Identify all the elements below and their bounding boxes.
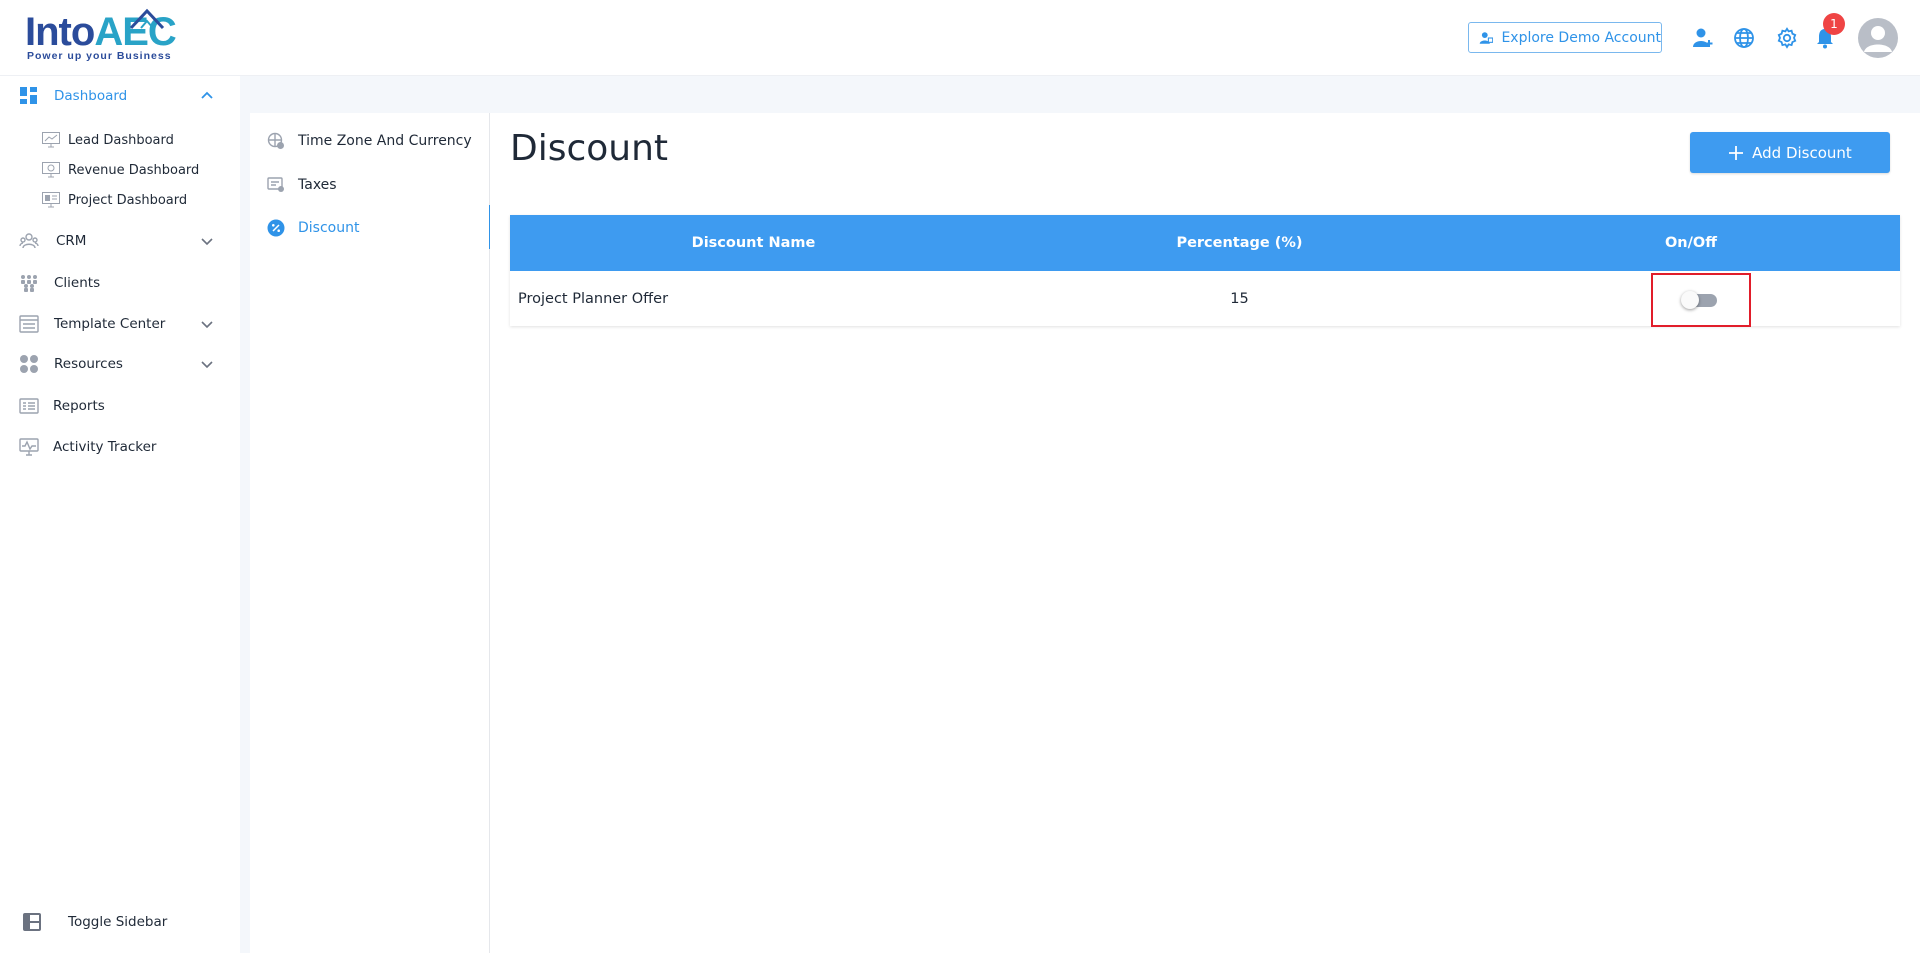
sidebar-item-clients[interactable]: Clients [0, 265, 240, 301]
reports-icon [19, 396, 39, 416]
sidebar-item-lead-dashboard[interactable]: Lead Dashboard [40, 127, 240, 153]
sidebar-label: Dashboard [54, 88, 128, 104]
subnav-item-timezone-currency[interactable]: Time Zone And Currency [250, 123, 490, 159]
top-header: IntoAEC Power up your Business Explore D… [0, 0, 1920, 76]
page-title: Discount [510, 128, 669, 169]
column-header-on-off: On/Off [1664, 235, 1718, 251]
percentage-cell: 15 [1230, 290, 1249, 307]
sidebar-label: Lead Dashboard [68, 132, 174, 148]
add-discount-button[interactable]: Add Discount [1690, 132, 1890, 173]
sidebar-label: Project Dashboard [68, 192, 188, 208]
sidebar-item-dashboard[interactable]: Dashboard [0, 78, 240, 114]
discount-toggle-switch[interactable] [1681, 291, 1717, 309]
gear-icon[interactable] [1775, 26, 1799, 50]
toggle-knob [1681, 291, 1699, 309]
logo-text-main: Into [25, 10, 95, 54]
discount-name-cell: Project Planner Offer [518, 290, 669, 307]
highlight-box [1651, 273, 1751, 327]
add-user-icon[interactable] [1691, 26, 1715, 50]
subnav-item-discount[interactable]: Discount [250, 205, 491, 249]
chevron-up-icon[interactable] [198, 87, 216, 105]
sidebar-item-project-dashboard[interactable]: Project Dashboard [40, 187, 240, 213]
toggle-sidebar-icon [23, 913, 41, 931]
sidebar-label: CRM [56, 233, 87, 249]
monitor-dollar-icon [42, 162, 60, 178]
sidebar-item-template-center[interactable]: Template Center [0, 306, 240, 342]
sidebar-label: Resources [54, 356, 123, 372]
sidebar: Dashboard Lead Dashboard Revenue Dashboa… [0, 76, 240, 953]
sidebar-label: Reports [53, 398, 105, 414]
globe-icon[interactable] [1732, 26, 1756, 50]
column-header-percentage: Percentage (%) [1176, 235, 1303, 251]
add-discount-label: Add Discount [1752, 143, 1852, 162]
logo-roof-icon [129, 8, 165, 30]
sidebar-item-resources[interactable]: Resources [0, 346, 240, 382]
discount-panel: Discount Add Discount Discount Name Perc… [490, 113, 1920, 953]
clients-icon [19, 273, 39, 293]
tax-receipt-icon [266, 175, 286, 195]
sidebar-item-crm[interactable]: CRM [0, 223, 240, 259]
explore-demo-button[interactable]: Explore Demo Account [1468, 22, 1662, 53]
user-avatar-icon[interactable] [1858, 18, 1898, 58]
crm-icon [19, 231, 39, 251]
subnav-label: Taxes [298, 177, 337, 193]
subnav-item-taxes[interactable]: Taxes [250, 167, 490, 203]
sidebar-item-revenue-dashboard[interactable]: Revenue Dashboard [40, 157, 240, 183]
activity-monitor-icon [19, 437, 39, 457]
logo-tagline: Power up your Business [27, 50, 172, 62]
table-row: Project Planner Offer 15 [510, 271, 1900, 327]
toggle-sidebar-label: Toggle Sidebar [68, 914, 168, 930]
subnav-label: Time Zone And Currency [298, 133, 472, 149]
resources-icon [19, 354, 39, 374]
globe-clock-icon [266, 131, 286, 151]
dashboard-icon [19, 86, 39, 106]
toggle-sidebar-button[interactable]: Toggle Sidebar [0, 904, 240, 940]
monitor-chart-icon [42, 132, 60, 148]
chevron-down-icon[interactable] [198, 232, 216, 250]
monitor-layout-icon [42, 192, 60, 208]
notification-badge: 1 [1823, 13, 1845, 35]
sidebar-item-reports[interactable]: Reports [0, 388, 240, 424]
brand-logo[interactable]: IntoAEC Power up your Business [25, 6, 185, 66]
table-header: Discount Name Percentage (%) On/Off [510, 215, 1900, 271]
sidebar-label: Activity Tracker [53, 439, 157, 455]
explore-demo-label: Explore Demo Account [1501, 29, 1661, 46]
demo-user-icon [1479, 31, 1494, 44]
template-icon [19, 314, 39, 334]
discount-badge-icon [266, 218, 286, 238]
chevron-down-icon[interactable] [198, 315, 216, 333]
sidebar-label: Revenue Dashboard [68, 162, 200, 178]
subnav-label: Discount [298, 220, 360, 236]
plus-icon [1729, 145, 1744, 160]
column-header-discount-name: Discount Name [691, 235, 816, 251]
settings-subnav: Time Zone And Currency Taxes Discount [250, 113, 491, 953]
sidebar-item-activity-tracker[interactable]: Activity Tracker [0, 429, 240, 465]
chevron-down-icon[interactable] [198, 355, 216, 373]
sidebar-label: Clients [54, 275, 101, 291]
discount-table: Discount Name Percentage (%) On/Off Proj… [510, 215, 1900, 327]
sidebar-label: Template Center [54, 316, 166, 332]
